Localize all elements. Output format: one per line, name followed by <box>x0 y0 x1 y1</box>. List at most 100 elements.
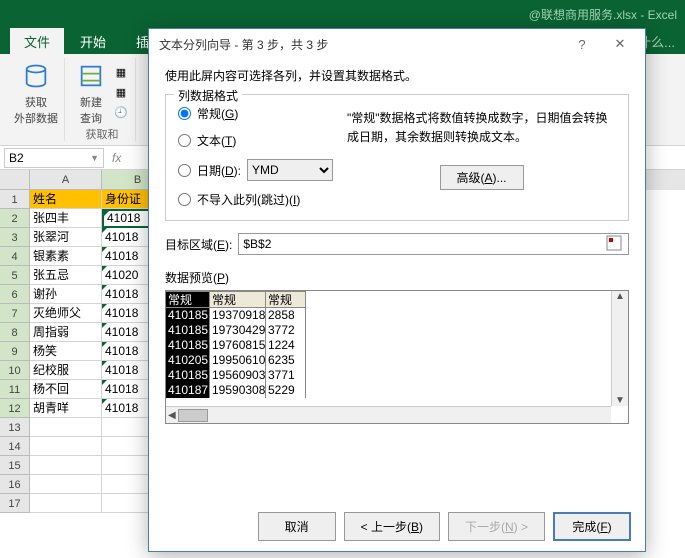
new-query-icon <box>75 60 107 92</box>
ribbon-small-1[interactable]: ▦ <box>113 64 129 80</box>
data-preview[interactable]: 常规常规常规 410185193709182858410185197304293… <box>165 290 629 424</box>
scroll-up-icon[interactable]: ▲ <box>615 291 625 302</box>
dialog-titlebar[interactable]: 文本分列向导 - 第 3 步，共 3 步 ? ✕ <box>149 29 645 59</box>
cell[interactable]: 姓名 <box>30 190 102 209</box>
preview-cell[interactable]: 19370918 <box>210 308 266 323</box>
cell[interactable]: 张五忌 <box>30 266 102 285</box>
preview-row: 410205199506106235 <box>166 353 628 368</box>
row-header[interactable]: 17 <box>0 494 30 513</box>
scroll-down-icon[interactable]: ▼ <box>615 395 625 406</box>
preview-cell[interactable]: 19760815 <box>210 338 266 353</box>
select-all-corner[interactable] <box>0 170 30 190</box>
date-format-select[interactable]: YMD <box>247 159 333 181</box>
preview-col-header[interactable]: 常规 <box>266 291 306 308</box>
help-button[interactable]: ? <box>567 34 597 54</box>
row-header[interactable]: 9 <box>0 342 30 361</box>
tab-home[interactable]: 开始 <box>66 28 120 55</box>
ribbon-small-2[interactable]: ▦ <box>113 84 129 100</box>
destination-input[interactable]: $B$2 <box>238 233 629 255</box>
col-header-a[interactable]: A <box>30 170 102 190</box>
preview-scrollbar-v[interactable]: ▲ ▼ <box>611 291 628 406</box>
preview-cell[interactable]: 410205 <box>166 353 210 368</box>
row-header[interactable]: 5 <box>0 266 30 285</box>
fieldset-legend: 列数据格式 <box>174 87 242 104</box>
recent-icon: 🕘 <box>113 104 129 120</box>
preview-cell[interactable]: 410185 <box>166 323 210 338</box>
preview-row: 410185195609033771 <box>166 368 628 383</box>
preview-row: 410185197304293772 <box>166 323 628 338</box>
row-header[interactable]: 10 <box>0 361 30 380</box>
row-header[interactable]: 13 <box>0 418 30 437</box>
cell[interactable]: 灭绝师父 <box>30 304 102 323</box>
new-query-button[interactable]: 新建 查询 <box>75 60 107 126</box>
cell[interactable] <box>30 475 102 494</box>
preview-cell[interactable]: 3772 <box>266 323 306 338</box>
preview-cell[interactable]: 410187 <box>166 383 210 398</box>
cell[interactable]: 纪校服 <box>30 361 102 380</box>
scroll-left-icon[interactable]: ◀ <box>168 410 176 421</box>
row-header[interactable]: 7 <box>0 304 30 323</box>
row-header[interactable]: 2 <box>0 209 30 228</box>
preview-cell[interactable]: 410185 <box>166 338 210 353</box>
radio-date[interactable]: 日期(D): YMD <box>178 159 333 181</box>
row-header[interactable]: 8 <box>0 323 30 342</box>
radio-skip[interactable]: 不导入此列(跳过)(I) <box>178 191 333 208</box>
preview-cell[interactable]: 3771 <box>266 368 306 383</box>
ribbon-small-3[interactable]: 🕘 <box>113 104 129 120</box>
advanced-button[interactable]: 高级(A)... <box>440 165 524 190</box>
preview-col-header[interactable]: 常规 <box>166 291 210 308</box>
finish-button[interactable]: 完成(F) <box>553 512 631 541</box>
cell[interactable]: 张翠河 <box>30 228 102 247</box>
cancel-button[interactable]: 取消 <box>258 512 336 541</box>
row-header[interactable]: 4 <box>0 247 30 266</box>
cell[interactable] <box>30 437 102 456</box>
preview-cell[interactable]: 19590308 <box>210 383 266 398</box>
range-picker-icon[interactable] <box>606 235 624 253</box>
cell[interactable]: 杨不回 <box>30 380 102 399</box>
cell[interactable] <box>30 494 102 513</box>
preview-cell[interactable]: 1224 <box>266 338 306 353</box>
cell[interactable]: 银素素 <box>30 247 102 266</box>
preview-cell[interactable]: 5229 <box>266 383 306 398</box>
cell[interactable]: 胡青咩 <box>30 399 102 418</box>
preview-cell[interactable]: 19560903 <box>210 368 266 383</box>
preview-cell[interactable]: 2858 <box>266 308 306 323</box>
fx-icon[interactable]: fx <box>104 151 129 165</box>
row-header[interactable]: 12 <box>0 399 30 418</box>
app-title: @联想商用服务.xlsx - Excel <box>529 6 677 23</box>
preview-label: 数据预览(P) <box>165 269 629 286</box>
name-box[interactable]: B2 ▼ <box>4 148 104 168</box>
row-header[interactable]: 3 <box>0 228 30 247</box>
cell[interactable]: 张四丰 <box>30 209 102 228</box>
ribbon-group-label: 获取和 <box>86 126 119 142</box>
tab-file[interactable]: 文件 <box>10 28 64 55</box>
cell[interactable] <box>30 418 102 437</box>
cell[interactable]: 杨笑 <box>30 342 102 361</box>
dialog-title: 文本分列向导 - 第 3 步，共 3 步 <box>159 36 328 53</box>
next-button: 下一步(N) > <box>448 512 545 541</box>
preview-cell[interactable]: 6235 <box>266 353 306 368</box>
row-header[interactable]: 15 <box>0 456 30 475</box>
row-header[interactable]: 14 <box>0 437 30 456</box>
row-header[interactable]: 1 <box>0 190 30 209</box>
close-button[interactable]: ✕ <box>605 34 635 54</box>
radio-general[interactable]: 常规(G) <box>178 105 333 122</box>
scroll-thumb[interactable] <box>178 409 208 422</box>
preview-cell[interactable]: 19950610 <box>210 353 266 368</box>
cell[interactable] <box>30 456 102 475</box>
cell[interactable]: 谢孙 <box>30 285 102 304</box>
back-button[interactable]: < 上一步(B) <box>344 512 440 541</box>
preview-scrollbar-h[interactable]: ◀ <box>166 406 611 423</box>
text-to-columns-wizard-dialog: 文本分列向导 - 第 3 步，共 3 步 ? ✕ 使用此屏内容可选择各列，并设置… <box>148 28 646 552</box>
preview-cell[interactable]: 410185 <box>166 368 210 383</box>
table-icon: ▦ <box>113 84 129 100</box>
row-header[interactable]: 11 <box>0 380 30 399</box>
preview-cell[interactable]: 19730429 <box>210 323 266 338</box>
cell[interactable]: 周指弱 <box>30 323 102 342</box>
row-header[interactable]: 16 <box>0 475 30 494</box>
preview-col-header[interactable]: 常规 <box>210 291 266 308</box>
radio-text[interactable]: 文本(T) <box>178 132 333 149</box>
get-external-data-button[interactable]: 获取 外部数据 <box>14 60 58 126</box>
preview-cell[interactable]: 410185 <box>166 308 210 323</box>
row-header[interactable]: 6 <box>0 285 30 304</box>
